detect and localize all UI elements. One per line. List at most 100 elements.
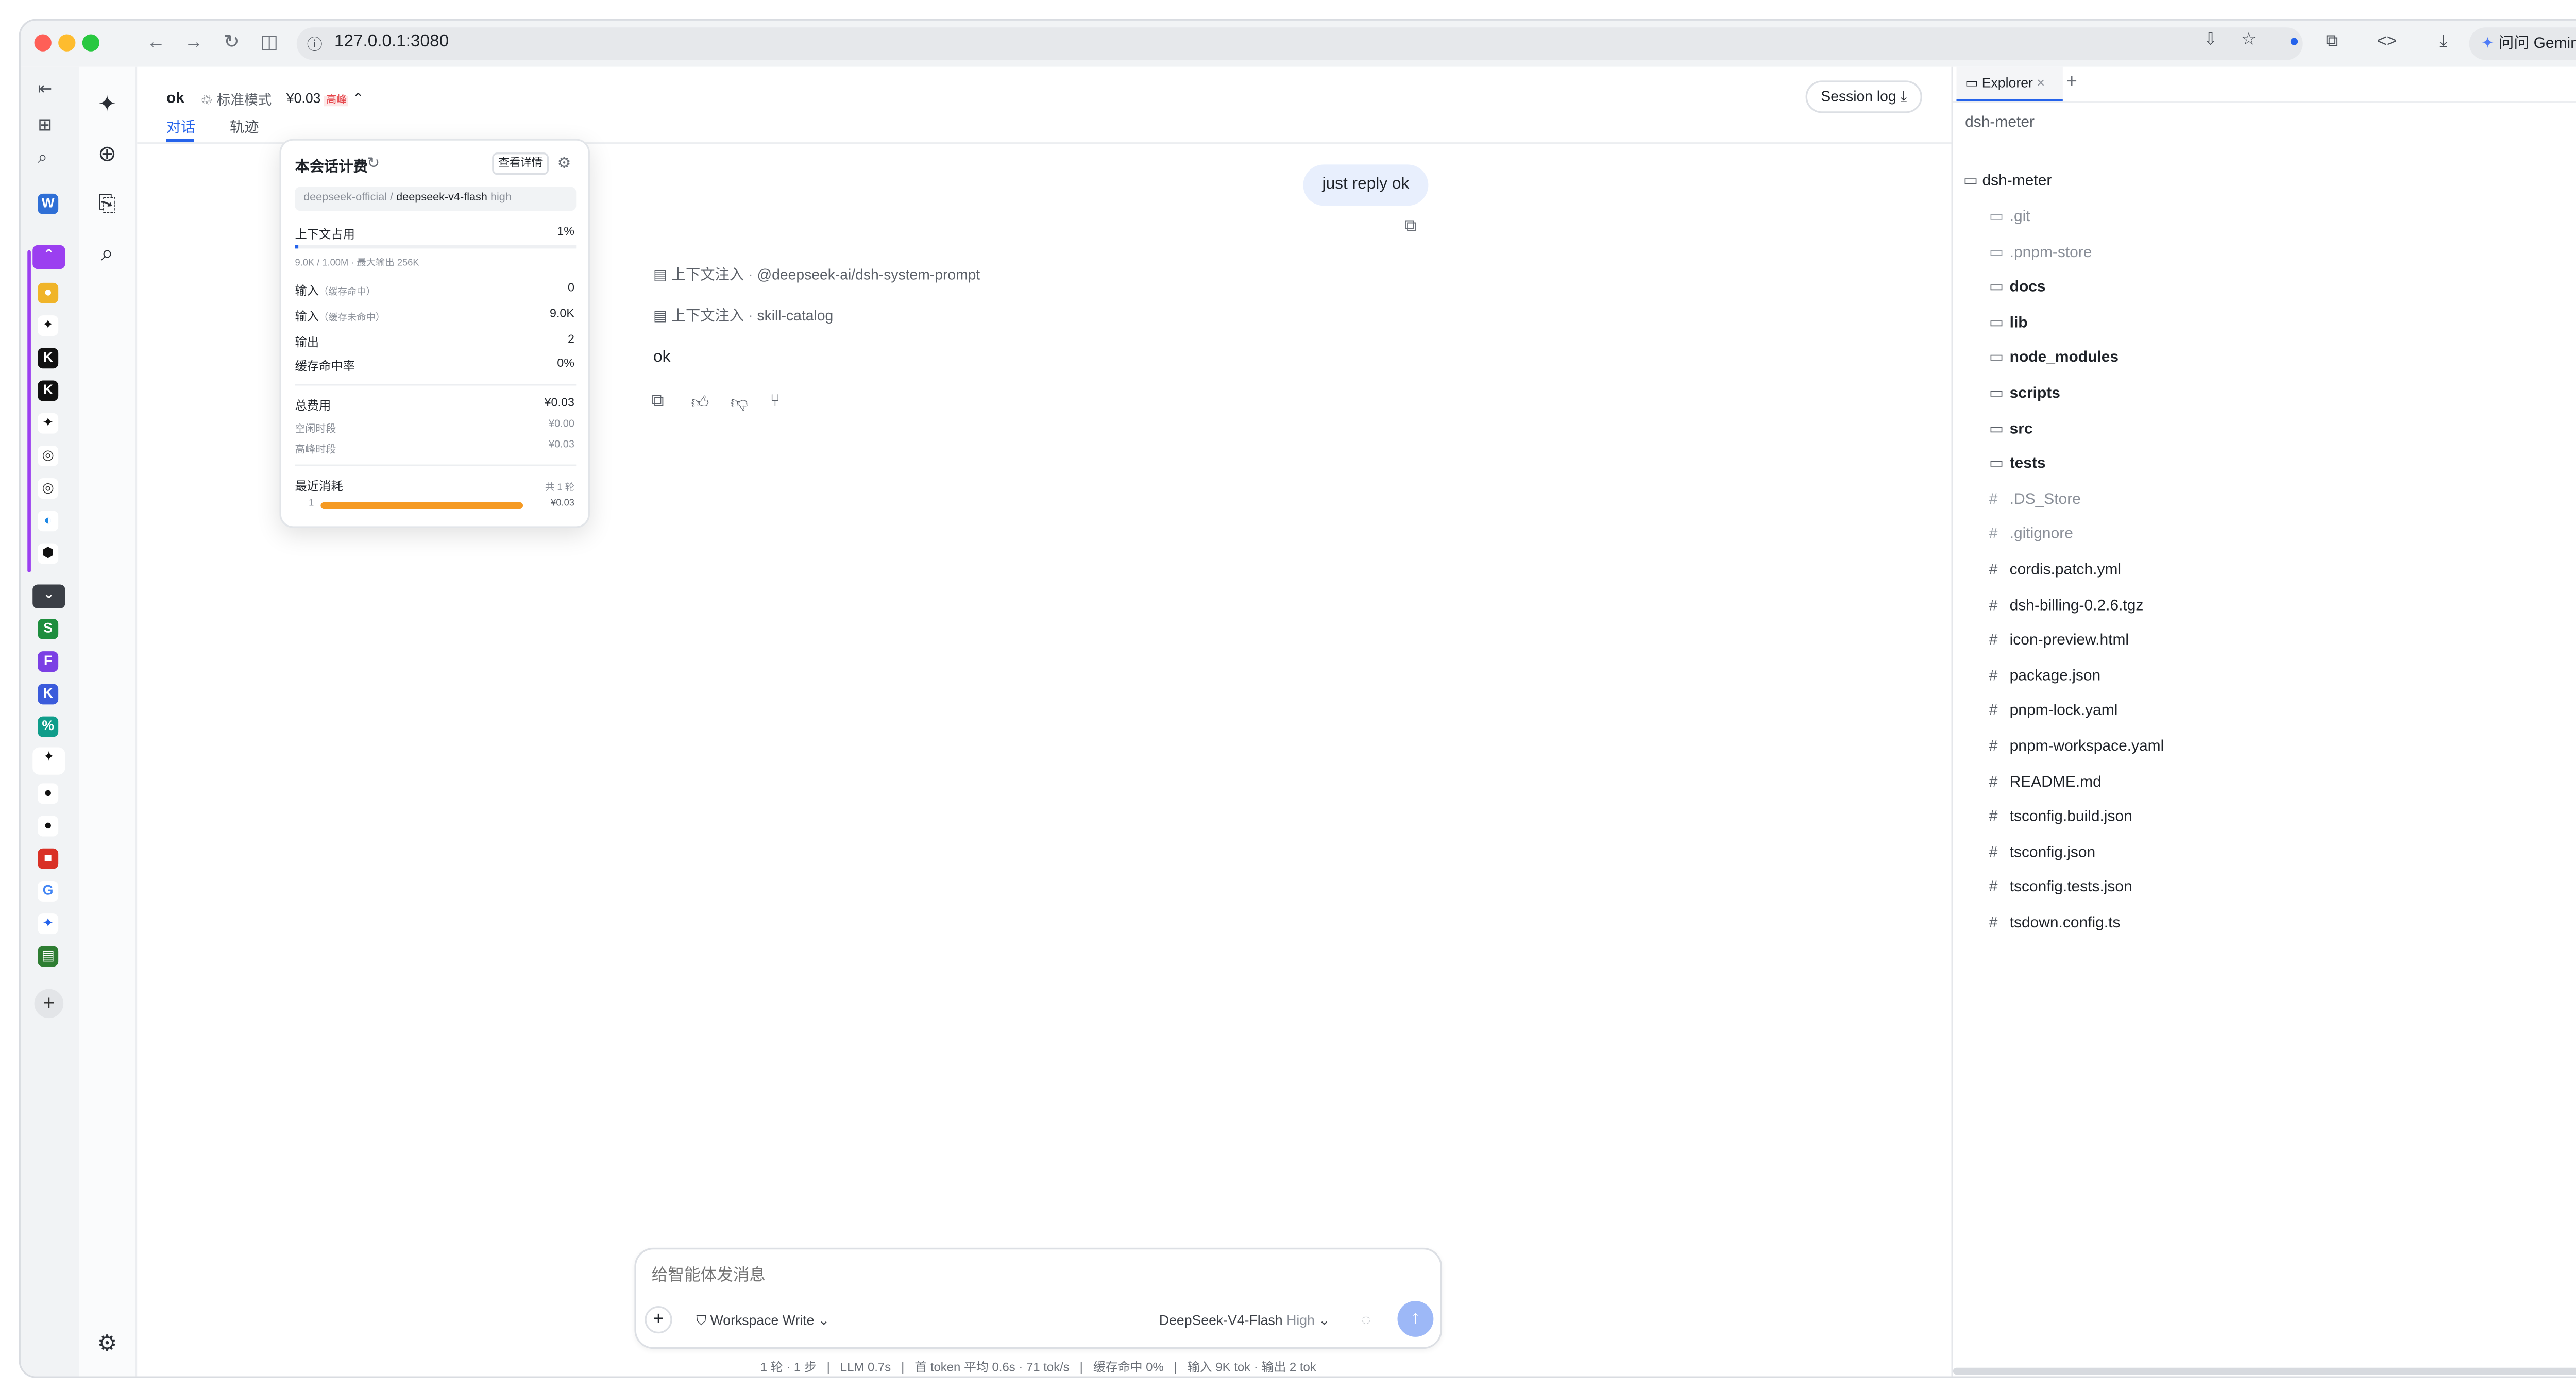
thumbs-down-icon[interactable]: 👎︎ [731, 393, 748, 413]
app-logo-icon[interactable]: ✦ [93, 89, 122, 118]
password-manager-icon[interactable]: ● [2282, 31, 2307, 55]
tree-file[interactable]: # .gitignore [1989, 522, 2073, 546]
tree-file[interactable]: # tsconfig.json [1989, 839, 2095, 863]
downloads-icon[interactable]: ⤓ [2431, 31, 2455, 55]
message-input[interactable] [651, 1263, 1406, 1287]
collapse-tabs-icon[interactable]: ⇤ [38, 80, 52, 99]
devtools-icon[interactable]: <> [2375, 31, 2399, 55]
tab-favicon[interactable]: W [38, 193, 59, 214]
extensions-icon[interactable]: ⧉ [2320, 31, 2344, 55]
tab-favicon[interactable]: K [38, 380, 59, 401]
maximize-window-button[interactable] [82, 34, 100, 52]
root-folder[interactable]: ▭ dsh-meter [1963, 168, 2052, 192]
back-icon[interactable]: ← [144, 31, 168, 55]
mode-selector[interactable]: ♲ 标准模式 [200, 91, 272, 110]
tab-favicon[interactable]: ✦ [38, 413, 59, 434]
github-icon[interactable]: ● [38, 816, 59, 837]
tree-file[interactable]: # tsconfig.build.json [1989, 804, 2132, 828]
tab-favicon[interactable]: S [38, 618, 59, 639]
tab-favicon[interactable]: ⬢ [38, 543, 59, 564]
forward-icon[interactable]: → [182, 31, 206, 55]
tab-favicon[interactable]: ■ [38, 848, 59, 869]
tab-trace[interactable]: 轨迹 [230, 116, 259, 137]
copy-message-icon[interactable]: ⧉ [1404, 218, 1417, 237]
tree-file[interactable]: # package.json [1989, 663, 2100, 687]
tree-file[interactable]: # tsdown.config.ts [1989, 910, 2121, 935]
tab-grid-icon[interactable]: ⊞ [38, 116, 52, 135]
tree-file[interactable]: # dsh-billing-0.2.6.tgz [1989, 592, 2144, 617]
branch-icon[interactable]: ⑂ [770, 393, 780, 412]
tab-favicon[interactable]: ▤ [38, 946, 59, 967]
active-tab-favicon[interactable]: ✦ [32, 747, 65, 775]
new-chat-icon[interactable]: ⊕ [93, 139, 122, 168]
github-icon[interactable]: ● [38, 783, 59, 804]
tree-file[interactable]: # pnpm-lock.yaml [1989, 698, 2118, 722]
tree-folder[interactable]: ▭ .git [1989, 204, 2030, 228]
tab-favicon[interactable]: K [38, 684, 59, 705]
tree-folder[interactable]: ▭ tests [1989, 451, 2046, 476]
tab-favicon[interactable]: K [38, 348, 59, 369]
minimize-window-button[interactable] [58, 34, 76, 52]
workspace-permission-selector[interactable]: ⛉ Workspace Write ⌄ [696, 1313, 829, 1330]
tab-favicon[interactable]: ✦ [38, 315, 59, 336]
view-details-button[interactable]: 查看详情 [492, 152, 549, 175]
tree-folder[interactable]: ▭ .pnpm-store [1989, 239, 2092, 263]
tree-folder[interactable]: ▭ docs [1989, 275, 2046, 299]
tab-favicon[interactable]: ◐ [38, 511, 59, 532]
tree-file[interactable]: # .DS_Store [1989, 486, 2081, 511]
new-tab-button[interactable]: + [34, 989, 64, 1019]
google-icon[interactable]: G [38, 880, 59, 902]
close-window-button[interactable] [34, 34, 52, 52]
model-selector[interactable]: DeepSeek-V4-Flash High ⌄ [1159, 1313, 1330, 1328]
tree-folder[interactable]: ▭ lib [1989, 310, 2028, 334]
search-icon[interactable]: ⌕ [93, 238, 122, 267]
billing-title: 本会话计费 [295, 158, 368, 175]
document-icon: ▤ [653, 265, 667, 283]
explorer-tab[interactable]: ▭ Explorer × [1956, 66, 2063, 101]
horizontal-scrollbar[interactable] [1953, 1367, 2576, 1375]
tab-chat[interactable]: 对话 [166, 116, 196, 137]
copy-reply-icon[interactable]: ⧉ [652, 393, 664, 412]
split-view-icon[interactable]: ◫ [257, 31, 281, 55]
new-project-icon[interactable]: ⎘ [93, 189, 122, 218]
file-icon: # [1989, 596, 1998, 613]
tree-item-label: dsh-billing-0.2.6.tgz [2009, 596, 2144, 613]
reload-icon[interactable]: ↻ [219, 31, 244, 55]
tab-search-icon[interactable]: ⌕ [38, 149, 47, 168]
thumbs-up-icon[interactable]: 👍︎ [691, 393, 709, 413]
tab-favicon[interactable]: % [38, 716, 59, 737]
bookmark-star-icon[interactable]: ☆ [2241, 31, 2257, 50]
site-info-icon[interactable]: ⓘ [307, 32, 323, 55]
tab-favicon[interactable]: ◎ [38, 445, 59, 466]
close-tab-icon[interactable]: × [2037, 75, 2045, 91]
tree-folder[interactable]: ▭ src [1989, 416, 2033, 440]
billing-settings-icon[interactable]: ⚙ [557, 154, 571, 173]
tree-item-label: tsconfig.tests.json [2009, 878, 2132, 895]
tab-group-toggle[interactable]: ⌄ [32, 584, 65, 609]
context-injection-item[interactable]: ▤ 上下文注入 · @deepseek-ai/dsh-system-prompt [653, 264, 980, 284]
install-app-icon[interactable]: ⇩ [2204, 31, 2218, 50]
tree-folder[interactable]: ▭ node_modules [1989, 345, 2119, 369]
add-panel-icon[interactable]: + [2066, 72, 2077, 93]
tree-file[interactable]: # icon-preview.html [1989, 628, 2129, 652]
tab-favicon[interactable]: ✦ [38, 913, 59, 935]
tree-file[interactable]: # cordis.patch.yml [1989, 557, 2121, 581]
ask-gemini-button[interactable]: ✦ 问问 Gemini [2469, 27, 2576, 60]
address-bar[interactable]: ⓘ 127.0.0.1:3080 ⇩ ☆ [296, 27, 2303, 60]
tree-file[interactable]: # tsconfig.tests.json [1989, 875, 2132, 899]
refresh-icon[interactable]: ↻ [367, 154, 380, 173]
send-button[interactable]: ↑ [1397, 1301, 1434, 1337]
tab-favicon[interactable]: F [38, 651, 59, 672]
tree-folder[interactable]: ▭ scripts [1989, 381, 2060, 405]
tab-favicon[interactable]: ◎ [38, 478, 59, 499]
context-injection-item[interactable]: ▤ 上下文注入 · skill-catalog [653, 305, 833, 326]
tab-group-toggle[interactable]: ⌃ [32, 245, 65, 269]
tab-favicon[interactable]: ● [38, 282, 59, 303]
tree-file[interactable]: # pnpm-workspace.yaml [1989, 734, 2164, 758]
settings-gear-icon[interactable]: ⚙ [93, 1328, 122, 1358]
attach-plus-button[interactable]: + [645, 1306, 672, 1334]
gemini-label: 问问 Gemini [2498, 34, 2576, 52]
session-log-button[interactable]: Session log ⤓ [1805, 80, 1922, 113]
tree-file[interactable]: # README.md [1989, 769, 2102, 793]
cost-toggle[interactable]: ¥0.03 高峰 ⌃ [286, 91, 364, 106]
